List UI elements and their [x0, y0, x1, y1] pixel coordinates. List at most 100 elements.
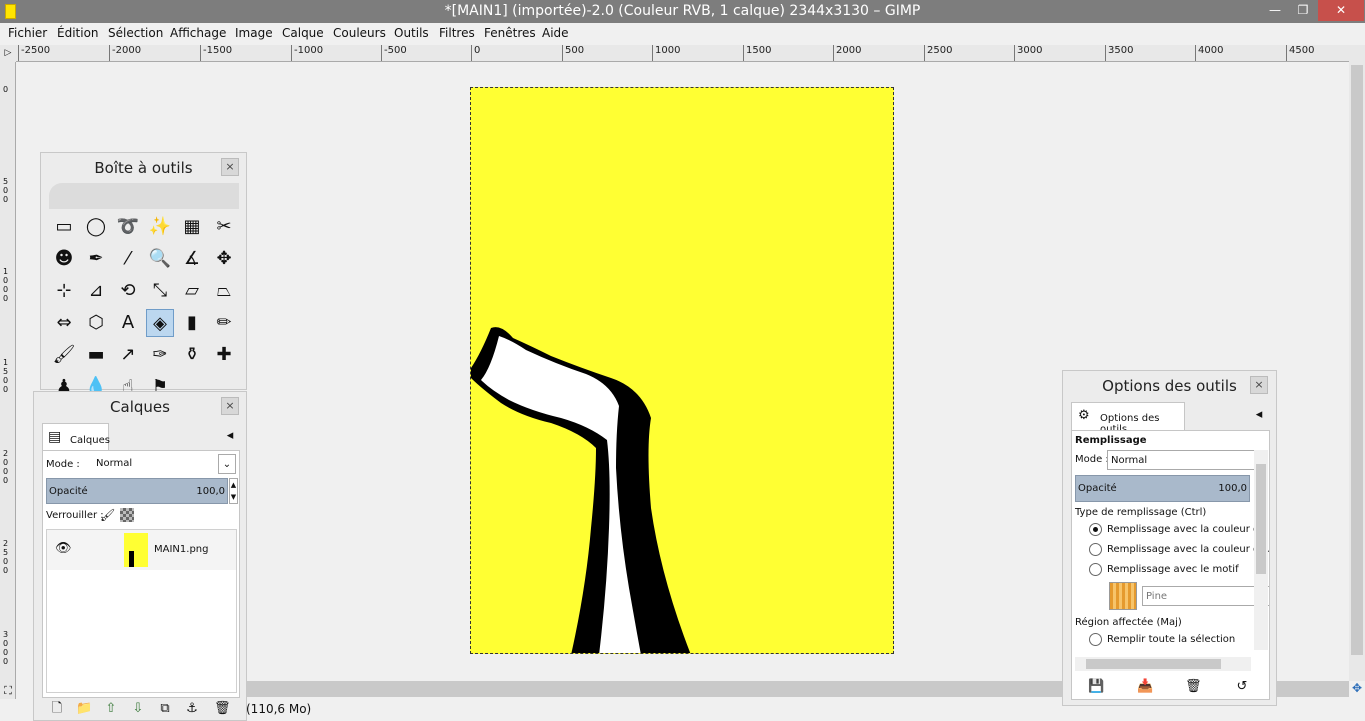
delete-layer-icon[interactable]: 🗑	[214, 701, 231, 717]
tool-ellipse-select-icon[interactable]: ◯	[82, 213, 110, 241]
region-selection-label[interactable]: Remplir toute la sélection	[1107, 634, 1235, 645]
lower-layer-icon[interactable]: ⇩	[130, 701, 146, 717]
vertical-scrollbar[interactable]	[1349, 45, 1365, 681]
menu-affichage[interactable]: Affichage	[170, 26, 226, 40]
vertical-ruler[interactable]: 0 5 0 0 1 0 0 0 1 5 0 0 2 0 0 0 2 5 0 0 …	[0, 62, 16, 699]
options-vscroll-thumb[interactable]	[1256, 464, 1266, 574]
fill-pattern-label[interactable]: Remplissage avec le motif	[1107, 564, 1239, 575]
raise-layer-icon[interactable]: ⇧	[103, 701, 119, 717]
tool-measure-icon[interactable]: ∡	[178, 245, 206, 273]
options-hscrollbar[interactable]	[1075, 657, 1251, 671]
tool-options-title: Options des outils	[1102, 377, 1237, 395]
fill-fg-radio[interactable]	[1089, 523, 1102, 536]
mode-dropdown-arrow[interactable]: ⌄	[218, 454, 236, 474]
fill-bg-radio[interactable]	[1089, 543, 1102, 556]
tool-options-close-button[interactable]: ×	[1250, 376, 1268, 394]
lock-label: Verrouiller :	[46, 510, 104, 521]
menu-image[interactable]: Image	[235, 26, 273, 40]
tool-zoom-icon[interactable]: 🔍	[146, 245, 174, 273]
navigation-preview-icon[interactable]: ✥	[1349, 681, 1365, 697]
tool-rotate-icon[interactable]: ⟲	[114, 277, 142, 305]
options-vscrollbar[interactable]	[1254, 450, 1268, 650]
delete-options-icon[interactable]: 🗑	[1185, 679, 1202, 695]
new-group-icon[interactable]: 📁	[76, 701, 92, 717]
menu-edition[interactable]: Édition	[57, 26, 99, 40]
menu-couleurs[interactable]: Couleurs	[333, 26, 386, 40]
menu-aide[interactable]: Aide	[542, 26, 569, 40]
lock-alpha-icon[interactable]	[120, 508, 134, 522]
tool-crop-icon[interactable]: ⊿	[82, 277, 110, 305]
fill-fg-label[interactable]: Remplissage avec la couleur de l	[1107, 524, 1269, 535]
tool-scissors-icon[interactable]: ✂	[210, 213, 238, 241]
tool-free-select-icon[interactable]: ➰	[114, 213, 142, 241]
tool-heal-icon[interactable]: ✚	[210, 341, 238, 369]
layer-row[interactable]: 👁 MAIN1.png	[47, 530, 236, 570]
opacity-spinner[interactable]: ▲ ▼	[229, 478, 238, 504]
menu-calque[interactable]: Calque	[282, 26, 324, 40]
eye-icon[interactable]: 👁	[55, 541, 72, 556]
tool-airbrush-icon[interactable]: ↗	[114, 341, 142, 369]
layers-close-button[interactable]: ×	[221, 397, 239, 415]
mode-select[interactable]: Normal	[93, 454, 237, 474]
maximize-button[interactable]: ❐	[1290, 0, 1316, 21]
tool-text-icon[interactable]: A	[114, 309, 142, 337]
reset-options-icon[interactable]: ↺	[1234, 679, 1250, 695]
opacity-slider[interactable]: Opacité 100,0	[46, 478, 228, 504]
menu-selection[interactable]: Sélection	[108, 26, 163, 40]
anchor-layer-icon[interactable]: ⚓	[184, 701, 200, 717]
opacity-value: 100,0	[1218, 483, 1247, 494]
navigate-icon[interactable]: ⛶	[0, 684, 16, 700]
horizontal-ruler[interactable]: -2500 -2000 -1500 -1000 -500 0 500 1000 …	[16, 45, 1349, 62]
tool-eraser-icon[interactable]: ▬	[82, 341, 110, 369]
tab-calques[interactable]: ▤ Calques	[42, 423, 110, 450]
region-selection-radio[interactable]	[1089, 633, 1102, 646]
menu-filtres[interactable]: Filtres	[439, 26, 475, 40]
new-layer-icon[interactable]: 🗋	[49, 701, 65, 717]
close-window-button[interactable]: ✕	[1318, 0, 1364, 21]
tool-bucket-fill-icon[interactable]: ◈	[146, 309, 174, 337]
tab-menu-icon[interactable]: ◂	[222, 428, 238, 444]
layer-name[interactable]: MAIN1.png	[154, 544, 208, 555]
menu-outils[interactable]: Outils	[394, 26, 429, 40]
duplicate-layer-icon[interactable]: ⧉	[157, 701, 173, 717]
tool-foreground-select-icon[interactable]: ☻	[50, 245, 78, 273]
tool-perspective-icon[interactable]: ⏢	[210, 277, 238, 305]
tool-flip-icon[interactable]: ⇔	[50, 309, 78, 337]
tool-clone-icon[interactable]: ⚱	[178, 341, 206, 369]
tab-tool-options[interactable]: ⚙ Options des outils	[1071, 402, 1185, 435]
fill-pattern-radio[interactable]	[1089, 563, 1102, 576]
lock-pixels-icon[interactable]: 🖌	[100, 508, 115, 522]
tool-shear-icon[interactable]: ▱	[178, 277, 206, 305]
tool-pencil-icon[interactable]: ✏	[210, 309, 238, 337]
save-options-icon[interactable]: 💾	[1088, 679, 1104, 695]
mode-select[interactable]: Normal	[1107, 450, 1255, 470]
tool-paths-icon[interactable]: ✒	[82, 245, 110, 273]
tool-fuzzy-select-icon[interactable]: ✨	[146, 213, 174, 241]
options-hscroll-thumb[interactable]	[1086, 659, 1221, 669]
tool-align-icon[interactable]: ⊹	[50, 277, 78, 305]
minimize-button[interactable]: —	[1262, 0, 1288, 21]
tool-scale-icon[interactable]: ⤡	[146, 277, 174, 305]
restore-options-icon[interactable]: 📥	[1137, 679, 1153, 695]
ruler-tick: 1500	[743, 45, 771, 61]
vertical-scroll-thumb[interactable]	[1351, 65, 1363, 655]
ruler-tick: -1500	[200, 45, 232, 61]
opacity-slider[interactable]: Opacité 100,0	[1075, 475, 1250, 502]
image-canvas[interactable]	[470, 87, 894, 654]
tab-menu-icon[interactable]: ◂	[1251, 407, 1267, 423]
tool-cage-icon[interactable]: ⬡	[82, 309, 110, 337]
toolbox-close-button[interactable]: ×	[221, 158, 239, 176]
quick-mask-toggle[interactable]: ▷	[0, 45, 16, 62]
tool-color-select-icon[interactable]: ▦	[178, 213, 206, 241]
tool-color-picker-icon[interactable]: ⁄	[114, 245, 142, 273]
pattern-name-field[interactable]: Pine	[1142, 586, 1269, 606]
tool-move-icon[interactable]: ✥	[210, 245, 238, 273]
tool-blend-icon[interactable]: ▮	[178, 309, 206, 337]
tool-ink-icon[interactable]: ✑	[146, 341, 174, 369]
pattern-preview[interactable]	[1109, 582, 1137, 610]
tool-rect-select-icon[interactable]: ▭	[50, 213, 78, 241]
tool-paintbrush-icon[interactable]: 🖌	[50, 341, 78, 369]
fill-bg-label[interactable]: Remplissage avec la couleur d'Al	[1107, 544, 1269, 555]
menu-fenetres[interactable]: Fenêtres	[484, 26, 536, 40]
menu-fichier[interactable]: Fichier	[8, 26, 47, 40]
